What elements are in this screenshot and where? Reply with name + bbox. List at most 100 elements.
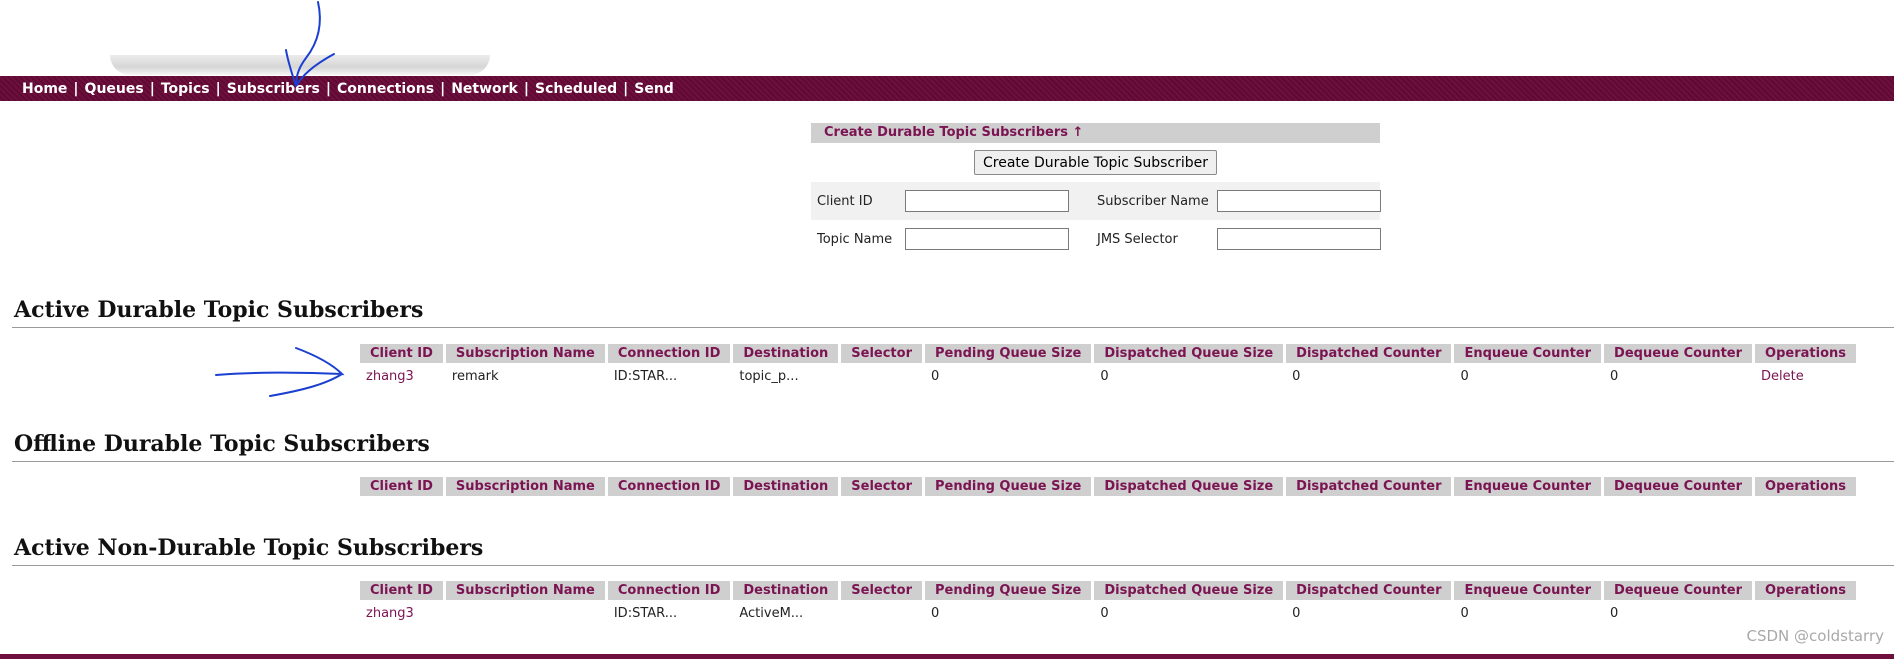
col-dequeue-counter[interactable]: Dequeue Counter	[1604, 477, 1753, 496]
client-id-label: Client ID	[811, 182, 899, 220]
col-operations[interactable]: Operations	[1755, 344, 1856, 363]
table-row: zhang3 remark ID:STAR... topic_p... 0 0 …	[360, 363, 1856, 389]
destination-cell: ActiveM...	[739, 605, 804, 621]
section-divider	[12, 327, 1894, 328]
col-enqueue-counter[interactable]: Enqueue Counter	[1454, 344, 1602, 363]
dispatched-counter-cell: 0	[1292, 605, 1301, 621]
topic-name-label: Topic Name	[811, 220, 899, 258]
nav-separator: |	[149, 81, 155, 97]
delete-link[interactable]: Delete	[1755, 363, 1856, 389]
selector-cell	[841, 363, 922, 389]
col-destination[interactable]: Destination	[733, 344, 839, 363]
nav-separator: |	[215, 81, 221, 97]
create-button-row: Create Durable Topic Subscriber	[811, 143, 1380, 180]
table-header-row: Client ID Subscription Name Connection I…	[360, 344, 1856, 363]
table-row: zhang3 ID:STAR... ActiveM... 0 0 0 0 0	[360, 600, 1856, 626]
logo-image	[110, 55, 490, 75]
client-id-link[interactable]: zhang3	[360, 363, 443, 389]
watermark: CSDN @coldstarry	[1746, 627, 1884, 645]
connection-id-cell: ID:STAR...	[613, 368, 678, 384]
jms-selector-label: JMS Selector	[1097, 231, 1178, 247]
destination-cell: topic_p...	[739, 368, 799, 384]
col-selector[interactable]: Selector	[841, 344, 922, 363]
col-dequeue-counter[interactable]: Dequeue Counter	[1604, 581, 1753, 600]
offline-durable-table: Client ID Subscription Name Connection I…	[357, 477, 1859, 496]
annotation-arrow-row	[215, 347, 345, 397]
selector-cell	[841, 600, 922, 626]
section-divider	[12, 565, 1894, 566]
client-id-link[interactable]: zhang3	[360, 600, 443, 626]
col-operations[interactable]: Operations	[1755, 581, 1856, 600]
table-header-row: Client ID Subscription Name Connection I…	[360, 581, 1856, 600]
subscriber-name-cell	[1211, 182, 1381, 220]
footer-bar	[0, 654, 1894, 659]
dequeue-counter-cell: 0	[1610, 368, 1619, 384]
nav-topics[interactable]: Topics	[161, 81, 210, 97]
subscriber-name-label: Subscriber Name	[1089, 182, 1211, 220]
create-subscriber-form: Create Durable Topic Subscribers ↑ Creat…	[811, 123, 1381, 258]
col-operations[interactable]: Operations	[1755, 477, 1856, 496]
create-form-header[interactable]: Create Durable Topic Subscribers ↑	[811, 123, 1380, 143]
col-selector[interactable]: Selector	[841, 581, 922, 600]
col-destination[interactable]: Destination	[733, 477, 839, 496]
col-dispatched-queue-size[interactable]: Dispatched Queue Size	[1094, 477, 1284, 496]
col-subscription-name[interactable]: Subscription Name	[445, 344, 605, 363]
top-nav-bar: Home | Queues | Topics | Subscribers | Connectio…	[0, 76, 1894, 101]
operations-cell	[1755, 600, 1856, 626]
col-connection-id[interactable]: Connection ID	[607, 344, 731, 363]
col-connection-id[interactable]: Connection ID	[607, 581, 731, 600]
connection-id-cell: ID:STAR...	[613, 605, 678, 621]
section-title-active-non-durable: Active Non-Durable Topic Subscribers	[14, 535, 484, 561]
col-dispatched-counter[interactable]: Dispatched Counter	[1286, 477, 1452, 496]
col-selector[interactable]: Selector	[841, 477, 922, 496]
col-dispatched-counter[interactable]: Dispatched Counter	[1286, 581, 1452, 600]
col-dispatched-counter[interactable]: Dispatched Counter	[1286, 344, 1452, 363]
col-dequeue-counter[interactable]: Dequeue Counter	[1604, 344, 1753, 363]
nav-separator: |	[440, 81, 446, 97]
nav-scheduled[interactable]: Scheduled	[535, 81, 617, 97]
col-dispatched-queue-size[interactable]: Dispatched Queue Size	[1094, 581, 1284, 600]
col-enqueue-counter[interactable]: Enqueue Counter	[1454, 581, 1602, 600]
col-client-id[interactable]: Client ID	[360, 477, 443, 496]
section-title-offline-durable: Offline Durable Topic Subscribers	[14, 431, 430, 457]
table-header-row: Client ID Subscription Name Connection I…	[360, 477, 1856, 496]
nav-separator: |	[523, 81, 529, 97]
client-id-input[interactable]	[905, 190, 1069, 212]
dequeue-counter-cell: 0	[1610, 605, 1619, 621]
nav-separator: |	[623, 81, 629, 97]
nav-links: Home | Queues | Topics | Subscribers | Connectio…	[22, 81, 674, 97]
client-id-cell	[899, 182, 1089, 220]
col-subscription-name[interactable]: Subscription Name	[445, 581, 605, 600]
col-dispatched-queue-size[interactable]: Dispatched Queue Size	[1094, 344, 1284, 363]
pending-queue-size-cell: 0	[930, 605, 940, 621]
col-connection-id[interactable]: Connection ID	[607, 477, 731, 496]
pending-queue-size-cell: 0	[930, 368, 940, 384]
col-pending-queue-size[interactable]: Pending Queue Size	[924, 344, 1092, 363]
subscription-name-cell: remark	[451, 368, 499, 384]
col-client-id[interactable]: Client ID	[360, 581, 443, 600]
subscription-name-cell	[446, 600, 605, 626]
nav-queues[interactable]: Queues	[85, 81, 144, 97]
enqueue-counter-cell: 0	[1460, 368, 1469, 384]
col-subscription-name[interactable]: Subscription Name	[445, 477, 605, 496]
nav-send[interactable]: Send	[634, 81, 674, 97]
topic-name-cell	[899, 220, 1089, 258]
col-destination[interactable]: Destination	[733, 581, 839, 600]
col-enqueue-counter[interactable]: Enqueue Counter	[1454, 477, 1602, 496]
create-form-fields: Client ID Subscriber Name Topic Name JMS…	[811, 182, 1381, 258]
active-non-durable-table: Client ID Subscription Name Connection I…	[357, 581, 1859, 626]
nav-home[interactable]: Home	[22, 81, 67, 97]
jms-selector-input[interactable]	[1217, 228, 1381, 250]
col-pending-queue-size[interactable]: Pending Queue Size	[924, 477, 1092, 496]
nav-network[interactable]: Network	[451, 81, 518, 97]
nav-connections[interactable]: Connections	[337, 81, 434, 97]
subscriber-name-input[interactable]	[1217, 190, 1381, 212]
dispatched-counter-cell: 0	[1292, 368, 1301, 384]
col-client-id[interactable]: Client ID	[360, 344, 443, 363]
active-durable-table: Client ID Subscription Name Connection I…	[357, 344, 1859, 389]
create-subscriber-button[interactable]: Create Durable Topic Subscriber	[974, 150, 1217, 175]
nav-subscribers[interactable]: Subscribers	[227, 81, 320, 97]
section-title-active-durable: Active Durable Topic Subscribers	[14, 297, 424, 323]
topic-name-input[interactable]	[905, 228, 1069, 250]
col-pending-queue-size[interactable]: Pending Queue Size	[924, 581, 1092, 600]
